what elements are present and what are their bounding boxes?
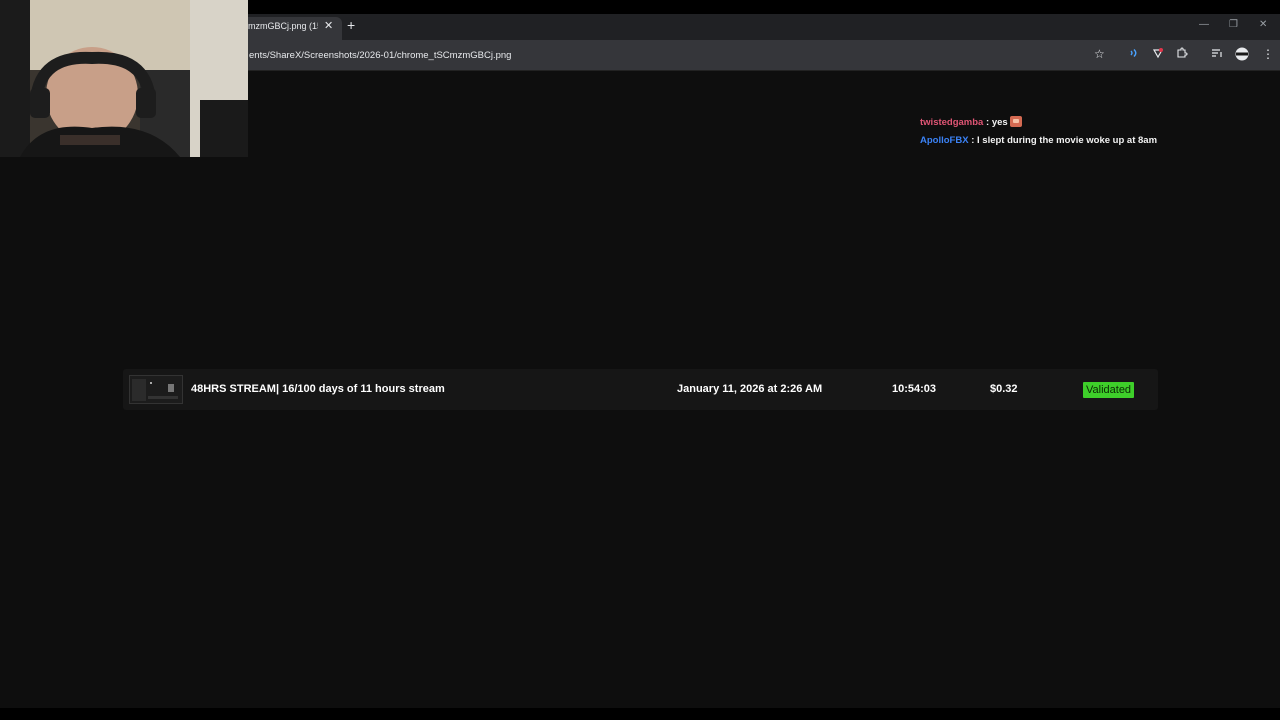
chat-separator: : <box>968 135 978 146</box>
status-badge: Validated <box>1083 382 1135 398</box>
media-icon[interactable] <box>1211 47 1223 62</box>
stream-title[interactable]: 48HRS STREAM| 16/100 days of 11 hours st… <box>191 383 445 395</box>
chat-separator: : <box>983 117 992 128</box>
stream-amount: $0.32 <box>990 383 1018 395</box>
emote-icon <box>1009 116 1022 127</box>
chat-message: twistedgamba : yes <box>920 114 1157 132</box>
chat-overlay: twistedgamba : yes ApolloFBX : I slept d… <box>920 114 1157 150</box>
bottom-black-bar <box>0 708 1280 720</box>
restore-button[interactable]: ❐ <box>1229 19 1238 30</box>
profile-icon[interactable] <box>1235 47 1249 64</box>
chat-message: ApolloFBX : I slept during the movie wok… <box>920 132 1157 150</box>
puzzle-icon[interactable] <box>1176 47 1188 62</box>
webcam-overlay <box>0 0 248 157</box>
chat-text: I slept during the movie woke up at 8am <box>977 135 1158 146</box>
stream-thumbnail[interactable] <box>129 375 183 404</box>
tab-title: mzmGBCj.png (155 <box>248 21 318 31</box>
close-window-button[interactable]: ✕ <box>1259 19 1267 30</box>
read-aloud-icon[interactable] <box>1128 47 1140 62</box>
chat-text: yes <box>991 117 1008 128</box>
extension-icon[interactable] <box>1152 47 1164 62</box>
star-icon[interactable]: ☆ <box>1094 47 1105 61</box>
minimize-button[interactable]: — <box>1199 19 1209 30</box>
chat-username: ApolloFBX <box>920 135 969 146</box>
tab-close-icon[interactable]: ✕ <box>324 19 333 32</box>
url-text[interactable]: ents/ShareX/Screenshots/2026-01/chrome_t… <box>249 50 511 61</box>
stream-duration: 10:54:03 <box>892 383 937 395</box>
new-tab-button[interactable]: + <box>347 17 355 33</box>
stream-list-row[interactable]: 48HRS STREAM| 16/100 days of 11 hours st… <box>123 369 1158 410</box>
chat-username: twistedgamba <box>920 117 984 128</box>
webcam-feed <box>0 0 248 157</box>
stream-date: January 11, 2026 at 2:26 AM <box>677 383 823 395</box>
menu-icon[interactable]: ⋮ <box>1262 47 1274 61</box>
